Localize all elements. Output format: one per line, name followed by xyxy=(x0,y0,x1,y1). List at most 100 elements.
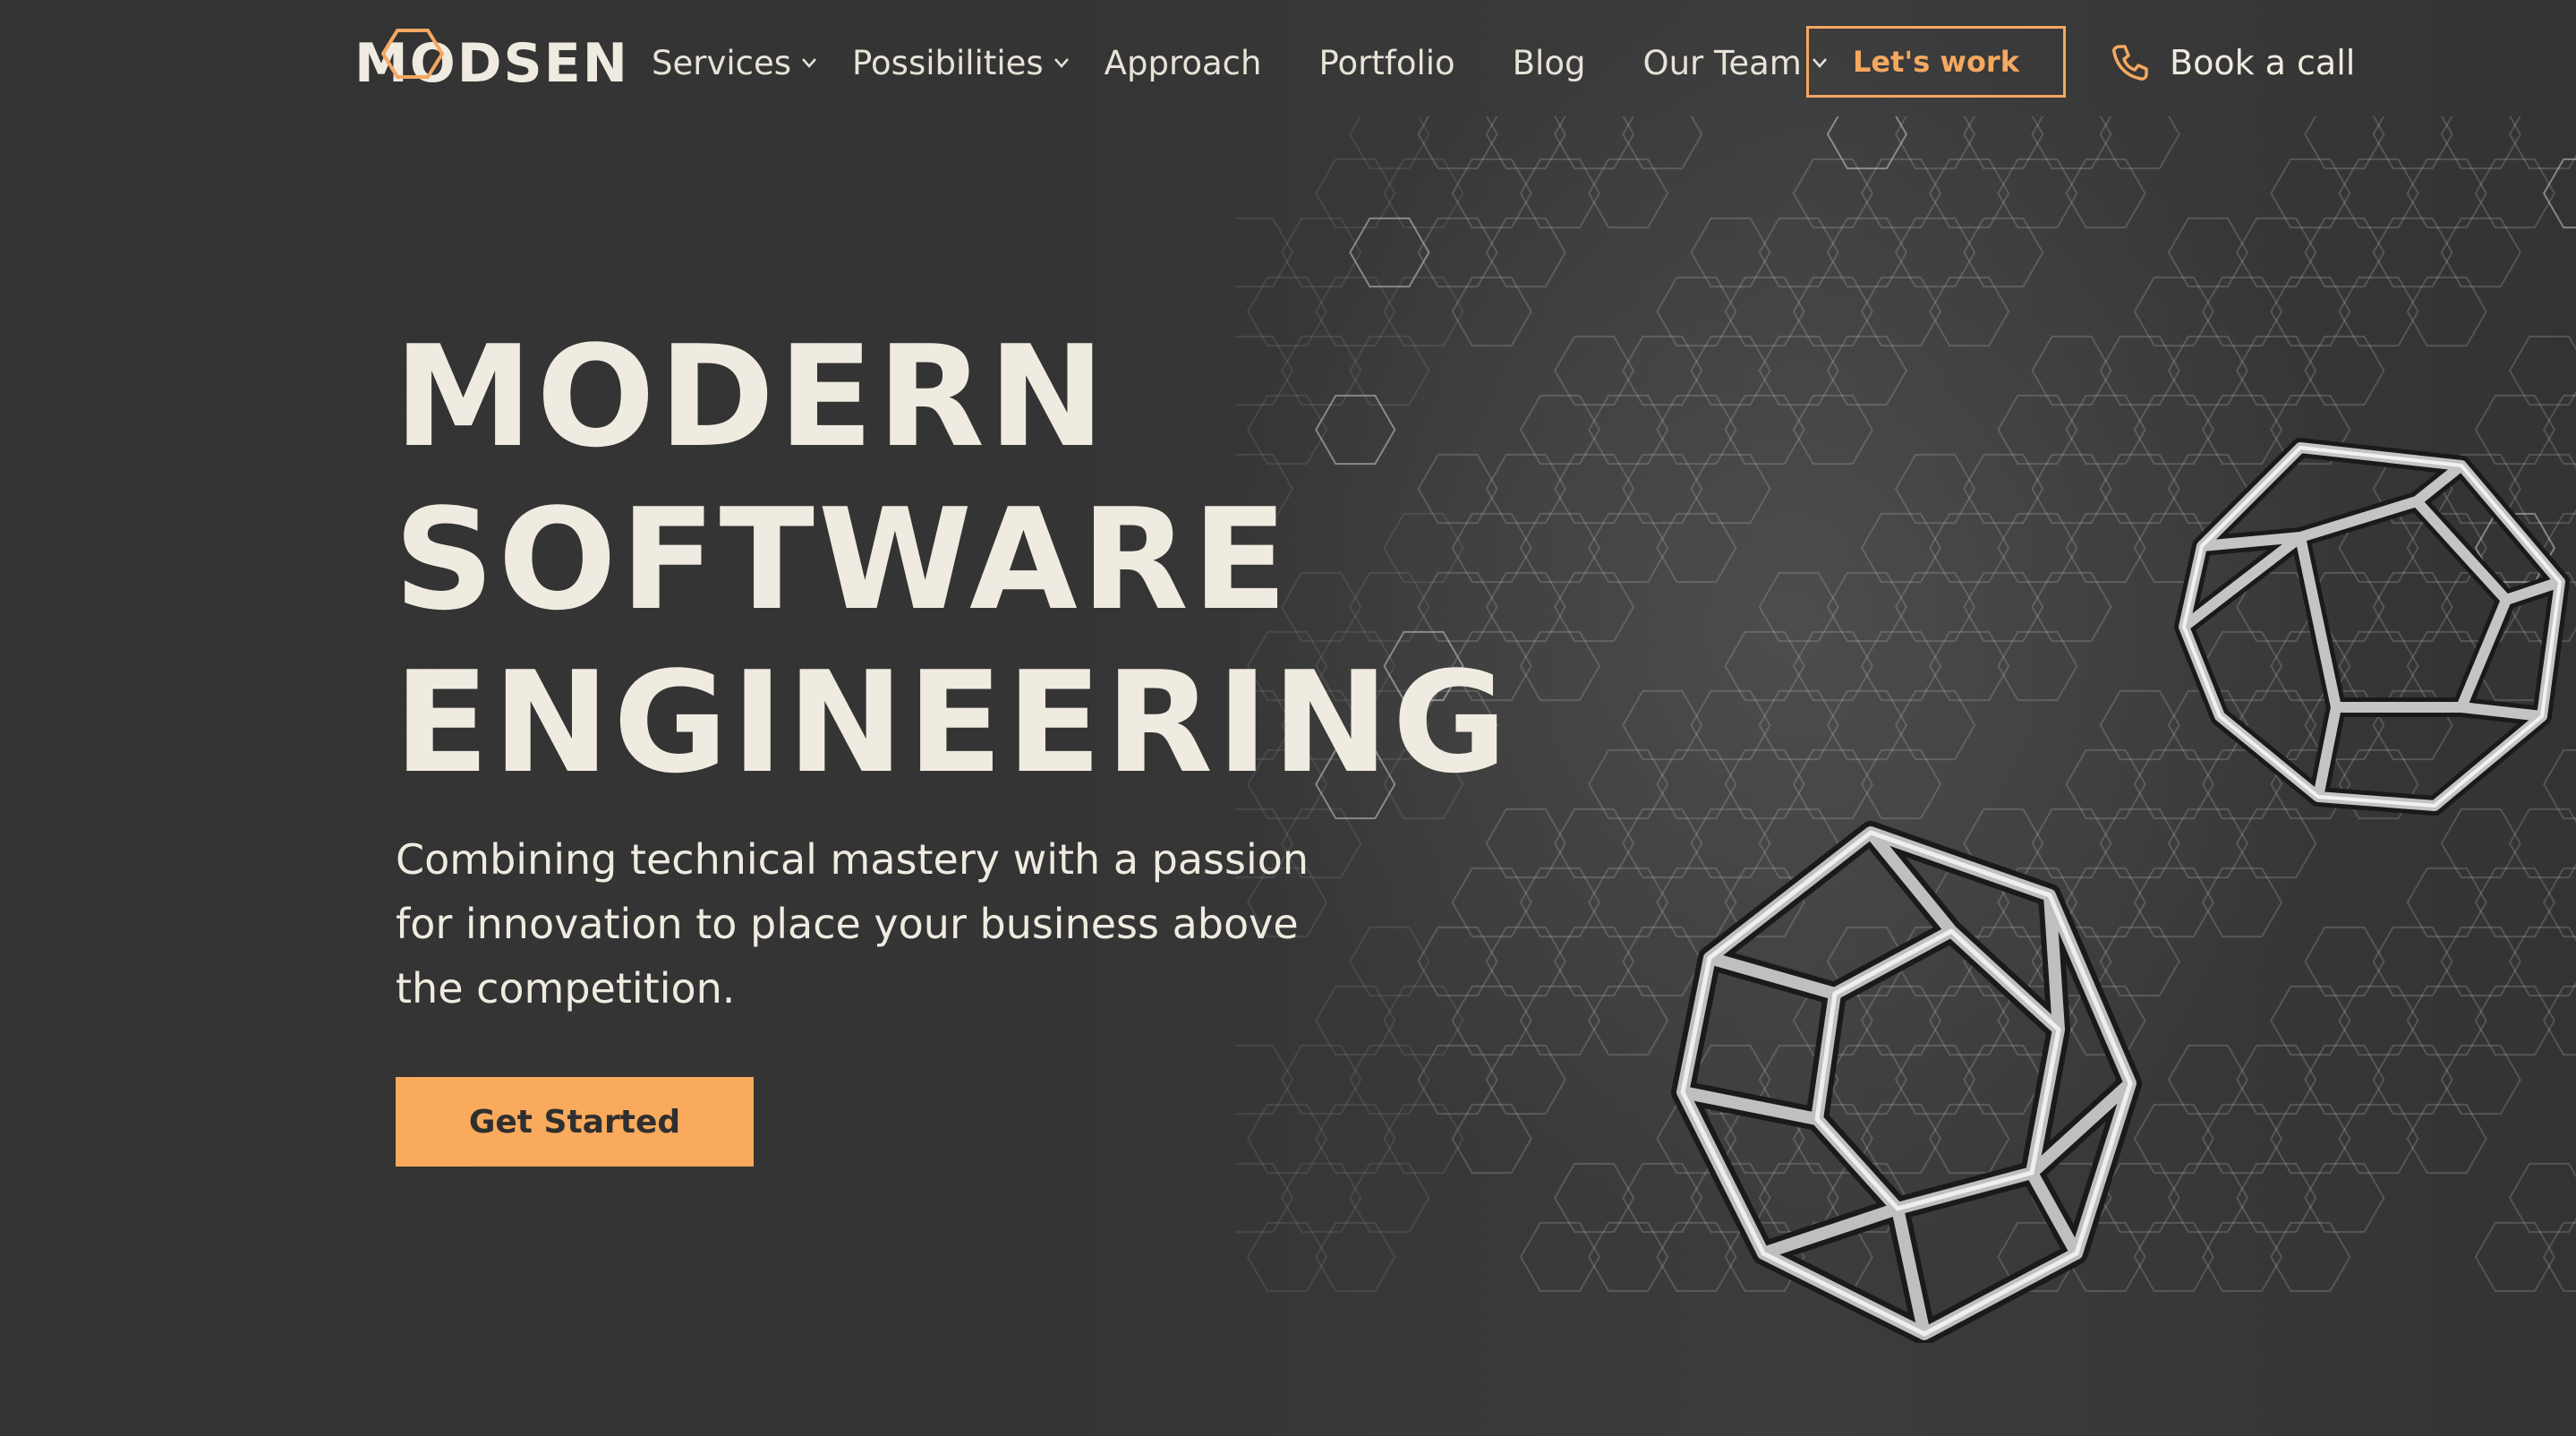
hexagon-shape xyxy=(1417,217,1498,288)
hexagon-shape xyxy=(1519,158,1601,229)
hexagon-shape xyxy=(1929,630,2010,702)
hexagon-shape xyxy=(1963,571,2044,643)
hexagon-shape xyxy=(1281,1044,1362,1115)
hexagon-shape xyxy=(1235,1044,1294,1115)
nav-item-services[interactable]: Services xyxy=(652,44,818,82)
hexagon-shape xyxy=(1349,1162,1430,1234)
nav-item-our-team[interactable]: Our Team xyxy=(1642,44,1828,82)
book-a-call-link[interactable]: Book a call xyxy=(2111,32,2355,93)
hexagon-shape xyxy=(2542,867,2576,938)
hexagon-shape xyxy=(1656,394,1737,466)
hexagon-shape xyxy=(1383,158,1464,229)
hexagon-shape xyxy=(1588,748,1669,820)
hexagon-shape xyxy=(1758,217,1839,288)
hexagon-shape xyxy=(1929,158,2010,229)
hexagon-shape xyxy=(2406,276,2487,347)
hexagon-shape xyxy=(2065,512,2146,584)
hexagon-shape xyxy=(1724,630,1805,702)
hexagon-shape xyxy=(1519,512,1601,584)
hexagon-shape xyxy=(1519,985,1601,1056)
hexagon-shape xyxy=(1235,217,1294,288)
hexagon-shape xyxy=(2031,571,2112,643)
hexagon-shape xyxy=(1417,926,1498,997)
hexagon-shape xyxy=(2474,158,2556,229)
hexagon-shape xyxy=(2236,1162,2317,1234)
hero-subtitle-line: Combining technical mastery with a passi… xyxy=(396,835,1309,884)
site-logo[interactable]: MODSEN xyxy=(354,29,629,95)
hexagon-shape xyxy=(2201,1221,2283,1293)
hexagon-shape xyxy=(2099,335,2180,406)
chevron-down-icon xyxy=(802,58,816,68)
nav-item-portfolio[interactable]: Portfolio xyxy=(1318,44,1454,82)
hexagon-shape xyxy=(1519,630,1601,702)
hexagon-shape xyxy=(1656,276,1737,347)
hexagon-shape xyxy=(1826,571,1908,643)
hexagon-shape xyxy=(1349,217,1430,288)
nav-label: Approach xyxy=(1104,43,1262,82)
hexagon-shape xyxy=(1792,394,1873,466)
hexagon-shape xyxy=(1963,453,2044,525)
get-started-button[interactable]: Get Started xyxy=(396,1077,754,1167)
hexagon-shape xyxy=(2474,985,2556,1056)
hexagon-shape xyxy=(1724,276,1805,347)
hexagon-shape xyxy=(1826,335,1908,406)
nav-item-possibilities[interactable]: Possibilities xyxy=(852,44,1070,82)
hexagon-shape xyxy=(1997,158,2078,229)
lets-work-button[interactable]: Let's work xyxy=(1806,26,2066,98)
hexagon-shape xyxy=(2236,217,2317,288)
hero-subtitle: Combining technical mastery with a passi… xyxy=(396,827,1380,1021)
hexagon-shape xyxy=(1929,512,2010,584)
hexagon-shape xyxy=(2065,158,2146,229)
hero-title-line: ENGINEERING xyxy=(394,641,1511,804)
hexagon-shape xyxy=(1451,985,1532,1056)
hexagon-shape xyxy=(2542,1221,2576,1293)
hexagon-shape xyxy=(1485,1044,1566,1115)
hexagon-shape xyxy=(1724,748,1805,820)
hexagon-shape xyxy=(2372,217,2453,288)
hexagon-shape xyxy=(1246,1221,1328,1293)
nav-item-blog[interactable]: Blog xyxy=(1513,44,1586,82)
hero-title-line: SOFTWARE xyxy=(394,478,1292,641)
hexagon-shape xyxy=(2508,335,2576,406)
hexagon-shape xyxy=(2338,276,2419,347)
site-header: MODSEN Services Possibilities Approach P… xyxy=(0,0,2576,125)
hexagon-shape xyxy=(2270,1221,2351,1293)
hexagon-shape xyxy=(2474,867,2556,938)
hexagon-shape xyxy=(2201,276,2283,347)
hexagon-shape xyxy=(2474,1221,2556,1293)
hexagon-shape xyxy=(1588,158,1669,229)
book-a-call-label: Book a call xyxy=(2170,43,2356,82)
hexagon-shape xyxy=(1553,926,1635,997)
phone-icon xyxy=(2112,45,2148,81)
hexagon-shape xyxy=(1349,1044,1430,1115)
hexagon-shape xyxy=(1588,512,1669,584)
hexagon-shape xyxy=(1519,394,1601,466)
dodecahedron-large-graphic xyxy=(1671,821,2142,1343)
hexagon-shape xyxy=(1724,394,1805,466)
hexagon-shape xyxy=(1622,335,1703,406)
hexagon-shape xyxy=(2167,1162,2249,1234)
hexagon-shape xyxy=(2440,1044,2521,1115)
hexagon-shape xyxy=(2304,926,2385,997)
hexagon-shape xyxy=(1792,748,1873,820)
hexagon-shape xyxy=(1485,217,1566,288)
hero-title: MODERN SOFTWARE ENGINEERING xyxy=(394,315,1511,804)
hexagon-shape xyxy=(2167,335,2249,406)
hexagon-shape xyxy=(2440,926,2521,997)
hexagon-shape xyxy=(2304,335,2385,406)
hexagon-shape xyxy=(2406,867,2487,938)
nav-item-approach[interactable]: Approach xyxy=(1105,44,1262,82)
hexagon-shape xyxy=(2031,335,2112,406)
hexagon-shape xyxy=(2542,158,2576,229)
hexagon-shape xyxy=(1281,217,1362,288)
hexagon-shape xyxy=(1860,158,1942,229)
main-nav: Services Possibilities Approach Portfoli… xyxy=(652,36,1863,90)
hexagon-logo-icon xyxy=(381,29,444,79)
hexagon-shape xyxy=(1383,985,1464,1056)
hexagon-shape xyxy=(1690,217,1771,288)
hexagon-shape xyxy=(1417,1044,1498,1115)
hexagon-shape xyxy=(1860,630,1942,702)
hexagon-shape xyxy=(2406,985,2487,1056)
hexagon-shape xyxy=(2508,1162,2576,1234)
hexagon-shape xyxy=(1963,217,2044,288)
